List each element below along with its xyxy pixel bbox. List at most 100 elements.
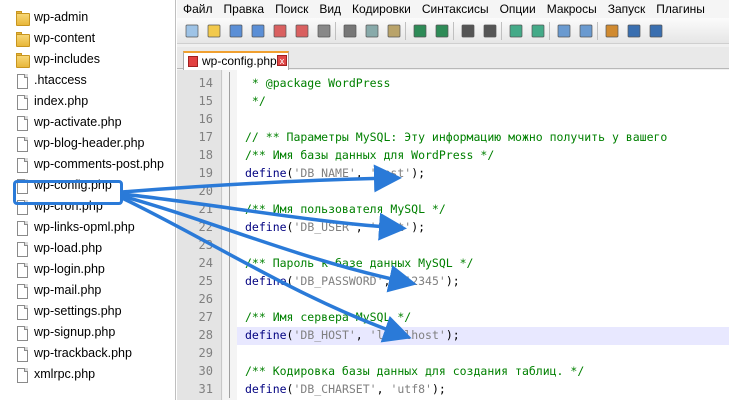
fold-margin (223, 70, 237, 400)
menu-item[interactable]: Кодировки (346, 0, 416, 18)
tab-wp-config[interactable]: wp-config.php x (183, 51, 289, 70)
line-number: 23 (198, 238, 213, 252)
file-item[interactable]: wp-comments-post.php (0, 155, 176, 176)
menu-item[interactable]: Поиск (269, 0, 313, 18)
copy-icon[interactable] (363, 22, 381, 40)
menu-item[interactable]: Правка (218, 0, 270, 18)
code-line[interactable]: /** Имя пользователя MySQL */ (245, 202, 446, 216)
print-icon[interactable] (315, 22, 333, 40)
sync-horizontal-icon[interactable] (577, 22, 595, 40)
redo-icon[interactable] (433, 22, 451, 40)
file-item[interactable]: wp-mail.php (0, 281, 176, 302)
string-token: 'DB_CHARSET' (293, 382, 377, 396)
code-editor[interactable]: * @package WordPress */ // ** Параметры M… (237, 70, 729, 400)
string-token: '12345' (397, 274, 446, 288)
line-number: 18 (198, 148, 213, 162)
indent-guide-icon[interactable] (647, 22, 665, 40)
menu-item[interactable]: Синтаксисы (416, 0, 494, 18)
show-all-chars-icon[interactable] (625, 22, 643, 40)
word-wrap-icon[interactable] (603, 22, 621, 40)
toolbar (177, 18, 729, 44)
file-item[interactable]: .htaccess (0, 71, 176, 92)
code-line[interactable]: /** Пароль к базе данных MySQL */ (245, 256, 473, 270)
file-name: index.php (34, 94, 89, 108)
code-line[interactable]: define('DB_USER', 'test'); (245, 220, 425, 234)
folder-item[interactable]: wp-admin (0, 8, 176, 29)
tab-close-icon[interactable]: x (277, 55, 287, 66)
line-number: 20 (198, 184, 213, 198)
zoom-in-icon[interactable] (507, 22, 525, 40)
close-icon[interactable] (271, 22, 289, 40)
comment-token: /** Имя базы данных для WordPress */ (245, 148, 495, 162)
file-icon (16, 347, 30, 363)
paste-icon[interactable] (385, 22, 403, 40)
code-line[interactable]: /** Имя базы данных для WordPress */ (245, 148, 494, 162)
code-line[interactable]: */ (245, 94, 266, 108)
comment-token: /** Пароль к базе данных MySQL */ (245, 256, 474, 270)
comment-token: // ** Параметры MySQL: Эту информацию мо… (245, 130, 668, 144)
zoom-out-icon[interactable] (529, 22, 547, 40)
menu-item[interactable]: Вид (313, 0, 346, 18)
file-item[interactable]: index.php (0, 92, 176, 113)
save-all-icon[interactable] (249, 22, 267, 40)
string-token: 'localhost' (369, 328, 446, 342)
comment-token: * @package WordPress (245, 76, 391, 90)
toolbar-separator (335, 22, 336, 40)
comment-token: /** Имя пользователя MySQL */ (245, 202, 446, 216)
comment-token: /** Кодировка базы данных для создания т… (245, 364, 585, 378)
line-number: 24 (198, 256, 213, 270)
file-icon (16, 137, 30, 153)
file-item[interactable]: wp-load.php (0, 239, 176, 260)
menu-item[interactable]: Файл (177, 0, 218, 18)
file-name: wp-content (34, 31, 96, 45)
code-line[interactable]: // ** Параметры MySQL: Эту информацию мо… (245, 130, 667, 144)
menu-item[interactable]: Опции (494, 0, 541, 18)
new-file-icon[interactable] (183, 22, 201, 40)
fold-guide (229, 72, 230, 398)
menu-item[interactable]: Макросы (541, 0, 602, 18)
file-item[interactable]: wp-login.php (0, 260, 176, 281)
code-line[interactable]: /** Имя сервера MySQL */ (245, 310, 411, 324)
code-line[interactable]: define('DB_PASSWORD', '12345'); (245, 274, 460, 288)
folder-item[interactable]: wp-includes (0, 50, 176, 71)
replace-icon[interactable] (481, 22, 499, 40)
file-item[interactable]: wp-links-opml.php (0, 218, 176, 239)
file-item[interactable]: wp-blog-header.php (0, 134, 176, 155)
file-item[interactable]: wp-settings.php (0, 302, 176, 323)
toolbar-separator (597, 22, 598, 40)
menu-item[interactable]: Запуск (602, 0, 651, 18)
file-icon (16, 326, 30, 342)
line-number: 22 (198, 220, 213, 234)
undo-icon[interactable] (411, 22, 429, 40)
code-line[interactable]: /** Кодировка базы данных для создания т… (245, 364, 584, 378)
close-all-icon[interactable] (293, 22, 311, 40)
menu-item[interactable]: Плагины (650, 0, 710, 18)
toolbar-separator (549, 22, 550, 40)
folder-item[interactable]: wp-content (0, 29, 176, 50)
string-token: 'DB_HOST' (293, 328, 356, 342)
line-number: 28 (198, 328, 213, 342)
file-item[interactable]: wp-trackback.php (0, 344, 176, 365)
toolbar-separator (453, 22, 454, 40)
save-icon[interactable] (227, 22, 245, 40)
line-number: 27 (198, 310, 213, 324)
sync-vertical-icon[interactable] (555, 22, 573, 40)
file-item[interactable]: wp-signup.php (0, 323, 176, 344)
code-line[interactable]: define('DB_HOST', 'localhost'); (245, 328, 460, 342)
cut-icon[interactable] (341, 22, 359, 40)
menu-bar: Файл Правка Поиск Вид Кодировки Синтаксисы Опц… (177, 0, 729, 18)
file-name: wp-trackback.php (34, 346, 132, 360)
keyword-token: define (245, 274, 287, 288)
open-file-icon[interactable] (205, 22, 223, 40)
file-item[interactable]: xmlrpc.php (0, 365, 176, 386)
file-icon (16, 221, 30, 237)
file-item[interactable]: wp-activate.php (0, 113, 176, 134)
find-icon[interactable] (459, 22, 477, 40)
comment-token: */ (245, 94, 266, 108)
line-number: 31 (198, 382, 213, 396)
file-icon (16, 116, 30, 132)
code-line[interactable]: define('DB_CHARSET', 'utf8'); (245, 382, 446, 396)
code-line[interactable]: define('DB_NAME', 'test'); (245, 166, 425, 180)
file-name: wp-load.php (34, 241, 103, 255)
code-line[interactable]: * @package WordPress (245, 76, 390, 90)
